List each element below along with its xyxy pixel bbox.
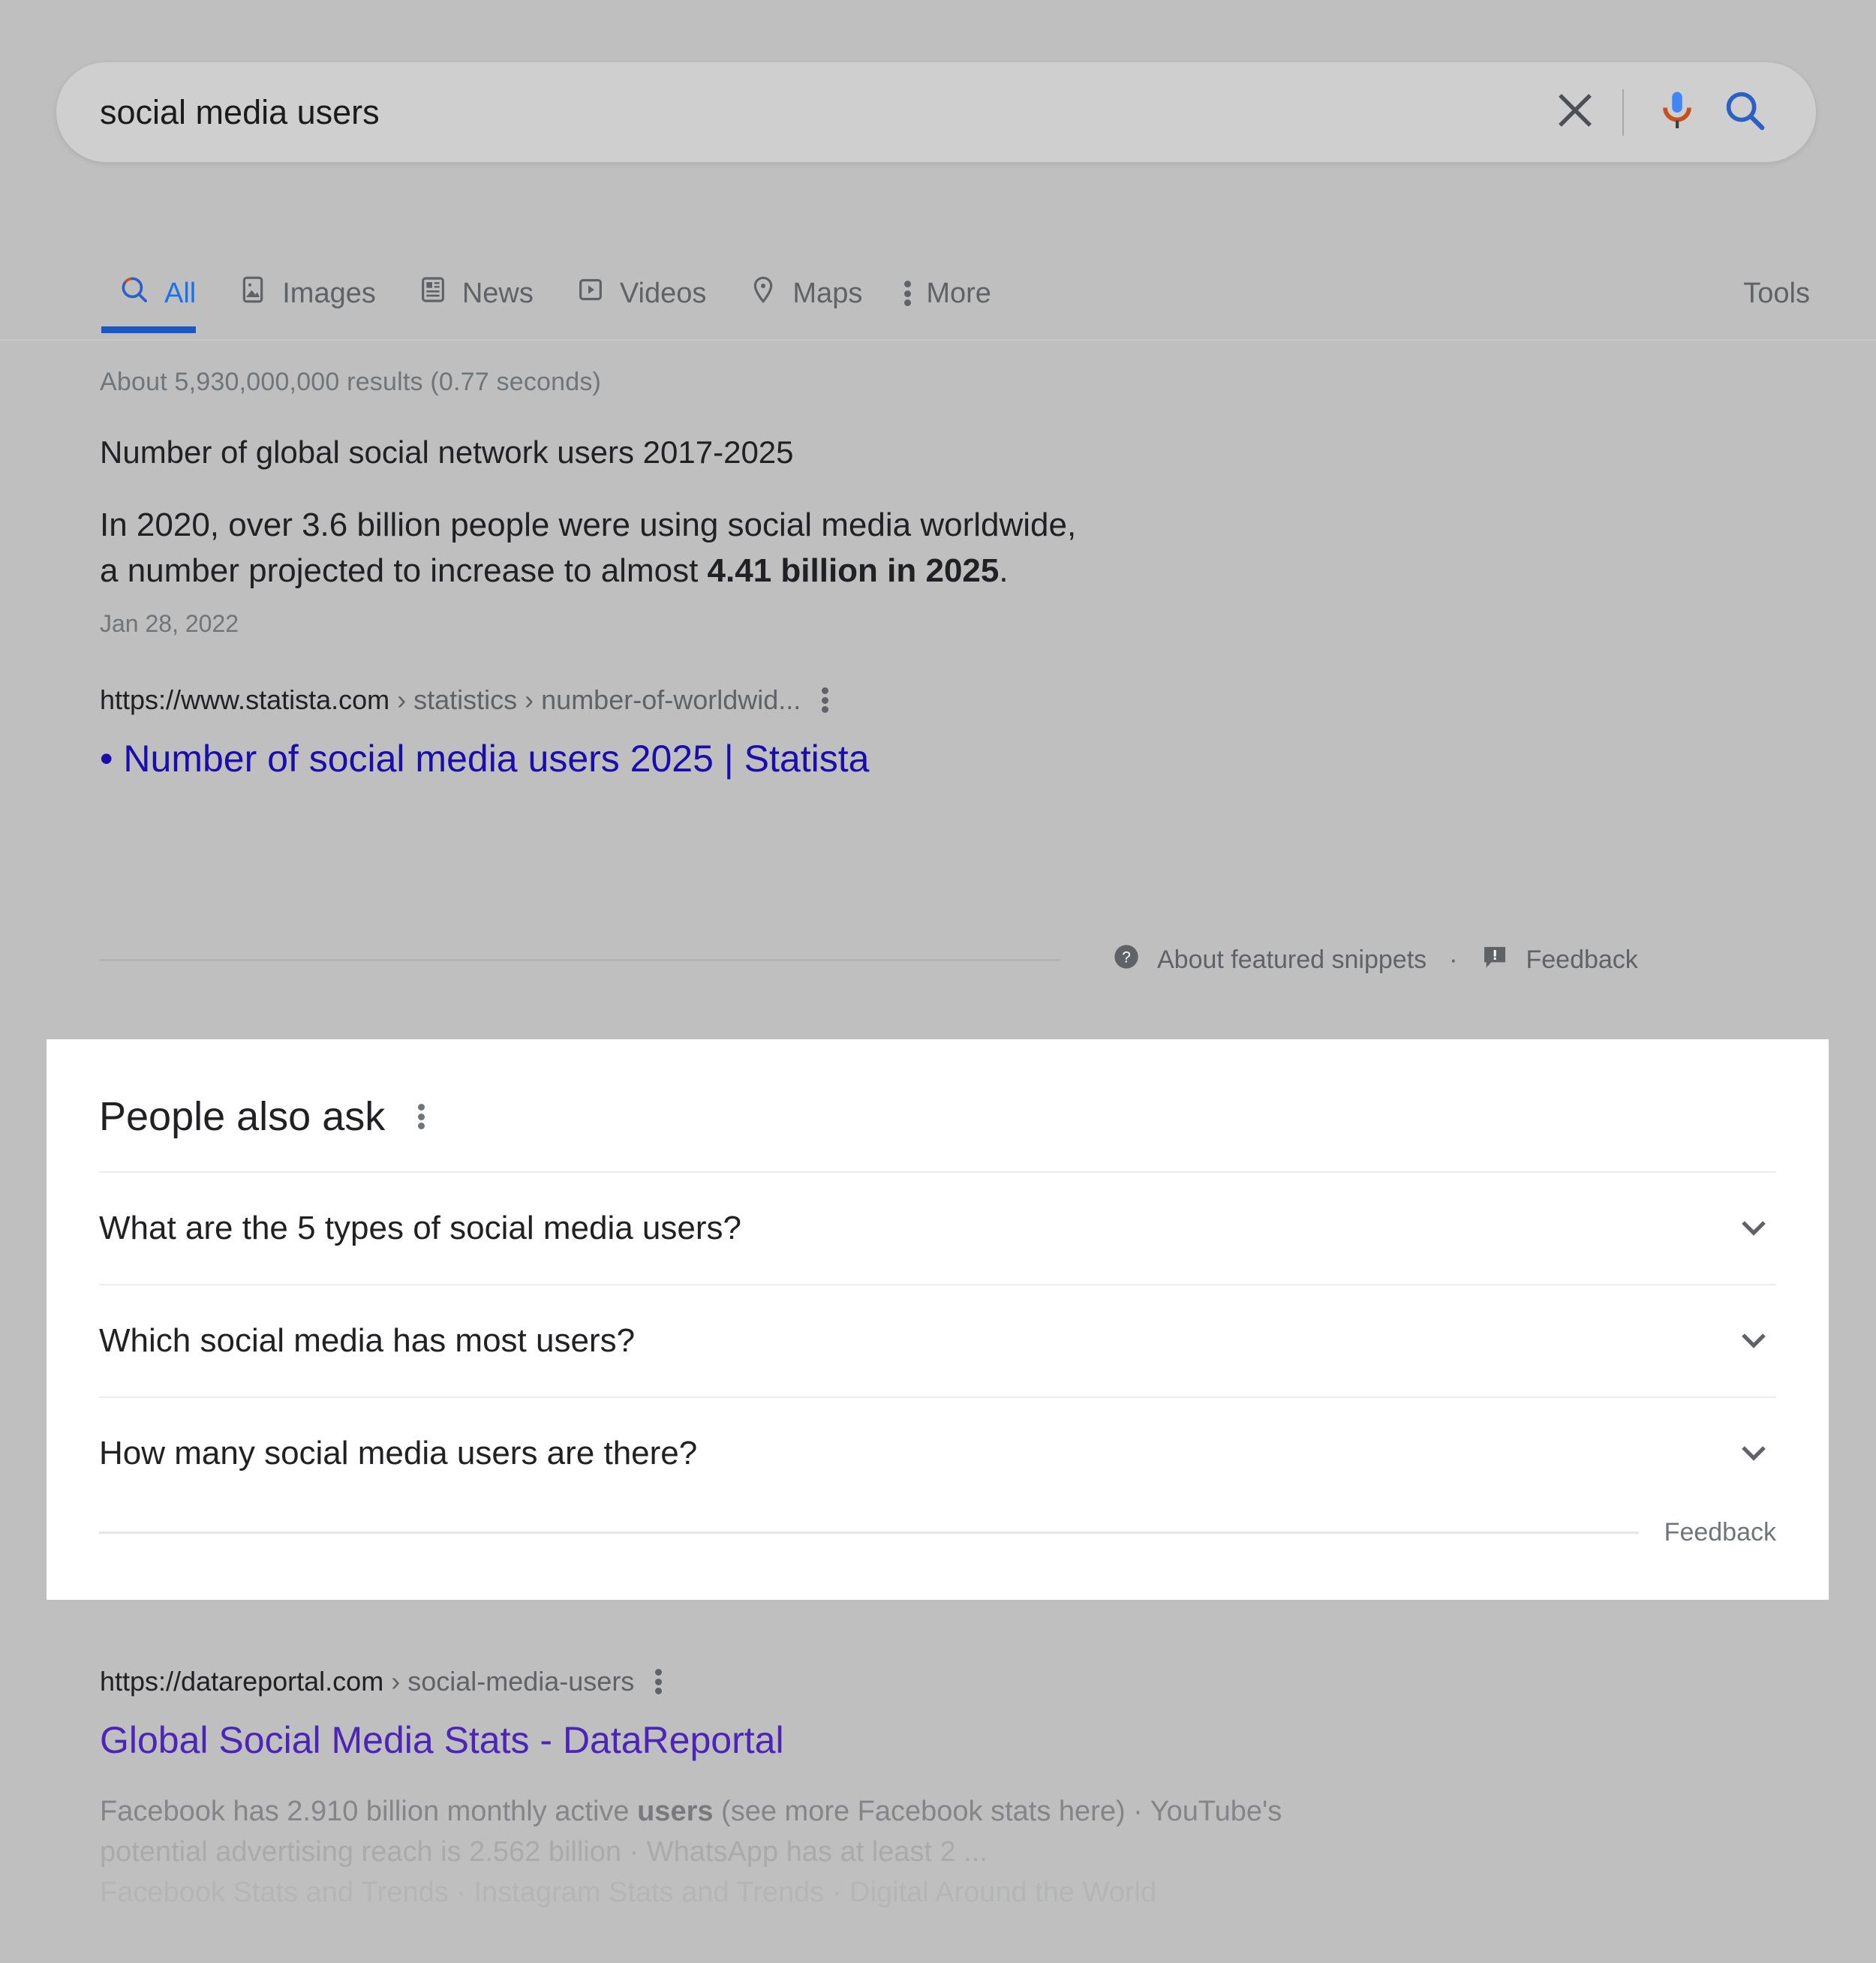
result-url[interactable]: https://www.statista.com › statistics › … — [100, 684, 801, 716]
chevron-down-icon[interactable] — [1731, 1318, 1776, 1363]
search-bar-actions — [1541, 62, 1816, 162]
tab-images-label: Images — [282, 278, 376, 310]
search-input[interactable] — [100, 62, 1541, 162]
tab-videos[interactable]: Videos — [555, 248, 728, 339]
snippet2-line1a: Facebook has 2.910 billion monthly activ… — [100, 1796, 637, 1827]
paa-footer: Feedback — [99, 1518, 1776, 1547]
result-options-kebab-icon-2[interactable] — [655, 1669, 663, 1694]
paa-footer-rule — [99, 1532, 1639, 1534]
result-stats: About 5,930,000,000 results (0.77 second… — [100, 368, 1826, 397]
results-column: About 5,930,000,000 results (0.77 second… — [100, 368, 1826, 780]
paa-title: People also ask — [99, 1093, 385, 1140]
snippet-line-2a: a number projected to increase to almost — [100, 552, 708, 589]
tools-button[interactable]: Tools — [1743, 248, 1810, 339]
tab-all[interactable]: All — [98, 248, 217, 339]
clear-search-button[interactable] — [1541, 79, 1609, 146]
search-icon — [1721, 87, 1768, 137]
tab-videos-label: Videos — [620, 278, 707, 310]
paa-header: People also ask — [99, 1039, 1776, 1140]
microphone-icon — [1655, 88, 1700, 137]
help-circle-icon: ? — [1111, 942, 1141, 978]
tab-news-label: News — [462, 278, 534, 310]
result-snippet-2: Facebook has 2.910 billion monthly activ… — [100, 1792, 1826, 1913]
search-tabs: All Images — [0, 248, 1876, 341]
about-featured-snippets-link[interactable]: ? About featured snippets — [1111, 942, 1427, 978]
snippet-highlight: 4.41 billion in 2025 — [708, 552, 1000, 589]
chevron-down-icon[interactable] — [1731, 1431, 1776, 1476]
tab-news[interactable]: News — [397, 248, 555, 339]
image-icon — [238, 275, 268, 312]
search-icon — [119, 274, 150, 313]
close-icon — [1552, 87, 1598, 137]
paa-kebab-icon[interactable] — [418, 1104, 425, 1129]
tab-images[interactable]: Images — [217, 248, 397, 339]
result-url-row: https://www.statista.com › statistics › … — [100, 684, 1826, 716]
result-url-path: › statistics › number-of-worldwid... — [397, 684, 801, 715]
featured-snippet-body: In 2020, over 3.6 billion people were us… — [100, 503, 1826, 594]
featured-snippet-heading: Number of global social network users 20… — [100, 434, 1826, 470]
result-title-statista[interactable]: • Number of social media users 2025 | St… — [100, 737, 1826, 780]
snippet2-bold: users — [637, 1796, 713, 1827]
feedback-link[interactable]: Feedback — [1480, 942, 1637, 978]
tab-all-label: All — [164, 278, 196, 310]
search-bar[interactable] — [56, 62, 1816, 162]
active-tab-underline — [101, 326, 196, 333]
kebab-icon — [904, 281, 912, 306]
result-datareportal: https://datareportal.com › social-media-… — [100, 1666, 1826, 1913]
snippet2-line3: Facebook Stats and Trends · Instagram St… — [100, 1873, 1826, 1913]
tab-more-label: More — [926, 278, 991, 310]
people-also-ask-card: People also ask What are the 5 types of … — [47, 1039, 1829, 1600]
paa-feedback-link[interactable]: Feedback — [1664, 1518, 1776, 1547]
featured-snippet-footer: ? About featured snippets · Feedback — [100, 942, 1826, 978]
news-icon — [418, 275, 448, 312]
tab-maps-label: Maps — [792, 278, 862, 310]
video-icon — [576, 275, 606, 312]
chevron-down-icon[interactable] — [1731, 1206, 1776, 1251]
tools-label: Tools — [1743, 278, 1810, 310]
tab-maps[interactable]: Maps — [727, 248, 883, 339]
feedback-icon — [1480, 942, 1510, 978]
result-title-datareportal[interactable]: Global Social Media Stats - DataReportal — [100, 1718, 1826, 1762]
feedback-label: Feedback — [1526, 945, 1637, 975]
featured-snippet-rule — [100, 959, 1060, 961]
svg-text:?: ? — [1122, 949, 1131, 966]
paa-question-list: What are the 5 types of social media use… — [99, 1171, 1776, 1509]
paa-question-1: What are the 5 types of social media use… — [99, 1210, 741, 1247]
result-url-path-2: › social-media-users — [391, 1666, 634, 1697]
result-url-row-2: https://datareportal.com › social-media-… — [100, 1666, 1826, 1697]
snippet2-line1b: (see more Facebook stats here) · YouTube… — [714, 1796, 1282, 1827]
search-divider — [1622, 89, 1624, 136]
search-submit-button[interactable] — [1711, 79, 1778, 146]
result-options-kebab-icon[interactable] — [822, 687, 829, 713]
map-pin-icon — [748, 275, 778, 312]
result-url-2[interactable]: https://datareportal.com › social-media-… — [100, 1666, 634, 1697]
tab-more[interactable]: More — [883, 248, 1012, 339]
paa-question-2: Which social media has most users? — [99, 1322, 635, 1360]
snippet-line-2b: . — [999, 552, 1008, 589]
snippet2-line2: potential advertising reach is 2.562 bil… — [100, 1832, 1826, 1873]
result-url-domain: https://www.statista.com — [100, 684, 389, 715]
about-featured-snippets-label: About featured snippets — [1157, 945, 1427, 975]
paa-item-3[interactable]: How many social media users are there? — [99, 1396, 1776, 1509]
voice-search-button[interactable] — [1643, 79, 1711, 146]
footer-separator: · — [1449, 945, 1457, 975]
snippet-line-1: In 2020, over 3.6 billion people were us… — [100, 507, 1076, 543]
search-results-page: All Images — [0, 0, 1876, 1963]
paa-item-1[interactable]: What are the 5 types of social media use… — [99, 1171, 1776, 1284]
featured-snippet-date: Jan 28, 2022 — [100, 610, 1826, 638]
paa-item-2[interactable]: Which social media has most users? — [99, 1284, 1776, 1396]
nav-divider — [0, 339, 1876, 341]
paa-question-3: How many social media users are there? — [99, 1435, 697, 1472]
result-url-domain-2: https://datareportal.com — [100, 1666, 383, 1697]
